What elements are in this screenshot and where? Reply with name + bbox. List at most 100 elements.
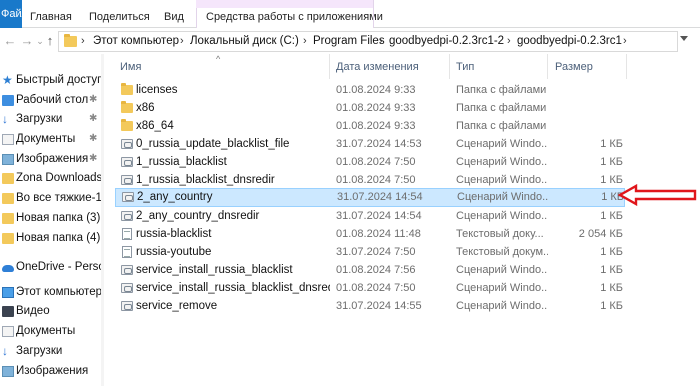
nav-item-onedrive[interactable]: OneDrive - Personal — [0, 258, 104, 278]
breadcrumb-local-disk[interactable]: Локальный диск (C:) — [190, 32, 299, 51]
star-icon: ★ — [2, 73, 13, 87]
nav-item-pictures-pc[interactable]: Изображения — [0, 362, 104, 382]
file-date: 01.08.2024 7:50 — [336, 282, 416, 294]
breadcrumb-goodbyedpi-parent[interactable]: goodbyedpi-0.2.3rc1-2 — [389, 32, 504, 51]
file-row[interactable]: 2_any_country_dnsredir 31.07.2024 14:54 … — [115, 208, 625, 225]
file-type: Сценарий Windo... — [456, 174, 548, 186]
breadcrumb-chevron-icon[interactable]: › — [379, 32, 383, 51]
nav-item-breaking-bad[interactable]: Во все тяжкие-1 — [0, 189, 104, 209]
file-type: Сценарий Windo... — [456, 282, 548, 294]
nav-item-desktop[interactable]: Рабочий стол ✱ — [0, 91, 104, 111]
file-size: 1 КБ — [600, 138, 623, 150]
tab-share[interactable]: Поделиться — [89, 0, 150, 28]
back-arrow-icon[interactable]: ← — [2, 31, 18, 51]
file-name: 1_russia_blacklist_dnsredir — [136, 174, 275, 186]
file-date: 01.08.2024 7:50 — [336, 156, 416, 168]
nav-item-pictures[interactable]: Изображения ✱ — [0, 150, 104, 170]
nav-item-videos[interactable]: Видео — [0, 302, 104, 322]
onedrive-icon — [2, 265, 14, 272]
tab-file[interactable]: Файл — [0, 0, 22, 28]
nav-item-documents-pc[interactable]: Документы — [0, 322, 104, 342]
column-divider[interactable] — [329, 54, 330, 79]
breadcrumb-chevron-icon[interactable]: › — [180, 32, 184, 51]
file-row[interactable]: 0_russia_update_blacklist_file 31.07.202… — [115, 136, 625, 153]
pin-icon: ✱ — [89, 94, 98, 105]
nav-item-label: Новая папка (3) — [16, 212, 101, 224]
file-row[interactable]: x86 01.08.2024 9:33 Папка с файлами — [115, 100, 625, 117]
breadcrumb-chevron-icon[interactable]: › — [507, 32, 511, 51]
script-file-icon — [121, 283, 133, 293]
file-size: 1 КБ — [600, 210, 623, 222]
tab-home[interactable]: Главная — [30, 0, 72, 28]
breadcrumb-this-pc[interactable]: Этот компьютер — [93, 32, 179, 51]
column-header-date[interactable]: Дата изменения — [336, 54, 419, 79]
nav-item-label: Изображения — [16, 153, 89, 165]
ribbon-divider — [373, 0, 374, 28]
script-file-icon — [122, 192, 134, 202]
pictures-icon — [2, 154, 14, 165]
file-row[interactable]: 1_russia_blacklist_dnsredir 01.08.2024 7… — [115, 172, 625, 189]
nav-item-new-folder-4[interactable]: Новая папка (4) — [0, 229, 104, 249]
navigation-pane: ★ Быстрый доступ Рабочий стол ✱ ↓ Загруз… — [0, 54, 104, 386]
tab-view[interactable]: Вид — [164, 0, 184, 28]
file-date: 31.07.2024 14:53 — [336, 138, 422, 150]
nav-item-label: Рабочий стол — [16, 94, 89, 106]
nav-item-label: Новая папка (4) — [16, 232, 101, 244]
breadcrumb-program-files[interactable]: Program Files — [313, 32, 385, 51]
breadcrumb-chevron-icon[interactable]: › — [303, 32, 307, 51]
file-row[interactable]: service_install_russia_blacklist_dnsredi… — [115, 280, 625, 297]
nav-item-new-folder-3[interactable]: Новая папка (3) — [0, 209, 104, 229]
file-row[interactable]: service_install_russia_blacklist 01.08.2… — [115, 262, 625, 279]
column-divider[interactable] — [449, 54, 450, 79]
nav-item-label: Быстрый доступ — [16, 74, 104, 86]
file-type: Сценарий Windo... — [456, 300, 548, 312]
nav-item-downloads[interactable]: ↓ Загрузки ✱ — [0, 110, 104, 130]
file-row-selected[interactable]: 2_any_country 31.07.2024 14:54 Сценарий … — [115, 188, 625, 207]
address-bar[interactable]: › Этот компьютер › Локальный диск (C:) ›… — [58, 31, 678, 52]
pictures-icon — [2, 366, 14, 377]
file-row[interactable]: service_remove 31.07.2024 14:55 Сценарий… — [115, 298, 625, 315]
video-icon — [2, 306, 14, 317]
file-name: x86_64 — [136, 120, 174, 132]
file-row[interactable]: licenses 01.08.2024 9:33 Папка с файлами — [115, 82, 625, 99]
column-header-size[interactable]: Размер — [555, 54, 593, 79]
up-arrow-icon[interactable]: ↑ — [42, 31, 58, 51]
folder-icon — [121, 83, 133, 95]
file-type: Текстовый докум... — [456, 246, 548, 258]
file-date: 01.08.2024 9:33 — [336, 120, 416, 132]
file-name: service_install_russia_blacklist_dnsredi… — [136, 282, 330, 294]
breadcrumb-chevron-icon[interactable]: › — [81, 32, 85, 51]
file-row[interactable]: russia-blacklist 01.08.2024 11:48 Тексто… — [115, 226, 625, 243]
nav-item-label: Изображения — [16, 365, 89, 377]
column-header-name[interactable]: Имя — [120, 54, 141, 79]
file-type: Папка с файлами — [456, 120, 547, 132]
file-row[interactable]: x86_64 01.08.2024 9:33 Папка с файлами — [115, 118, 625, 135]
file-size: 1 КБ — [600, 300, 623, 312]
file-type: Папка с файлами — [456, 84, 547, 96]
nav-item-downloads-pc[interactable]: ↓ Загрузки — [0, 342, 104, 362]
file-name: russia-blacklist — [136, 228, 212, 240]
folder-icon — [2, 193, 14, 204]
nav-item-quick-access[interactable]: ★ Быстрый доступ — [0, 71, 104, 91]
file-row[interactable]: 1_russia_blacklist 01.08.2024 7:50 Сцена… — [115, 154, 625, 171]
pin-icon: ✱ — [89, 133, 98, 144]
file-size: 1 КБ — [600, 282, 623, 294]
folder-icon — [121, 101, 133, 113]
column-header-row: ^ Имя Дата изменения Тип Размер — [104, 54, 700, 79]
address-dropdown-icon[interactable] — [680, 36, 688, 41]
tab-application-tools[interactable]: Средства работы с приложениями — [196, 0, 383, 28]
file-name: 2_any_country — [137, 191, 213, 203]
nav-item-zona-downloads[interactable]: Zona Downloads — [0, 169, 104, 189]
file-type: Сценарий Windo... — [456, 138, 548, 150]
column-divider[interactable] — [626, 54, 627, 79]
file-size: 2 054 КБ — [578, 228, 623, 240]
breadcrumb-goodbyedpi-current[interactable]: goodbyedpi-0.2.3rc1 — [517, 32, 622, 51]
file-size — [553, 118, 623, 135]
script-file-icon — [121, 139, 133, 149]
nav-item-documents[interactable]: Документы ✱ — [0, 130, 104, 150]
breadcrumb-chevron-icon[interactable]: › — [623, 32, 627, 51]
file-row[interactable]: russia-youtube 31.07.2024 7:50 Текстовый… — [115, 244, 625, 261]
column-header-type[interactable]: Тип — [456, 54, 474, 79]
column-divider[interactable] — [547, 54, 548, 79]
nav-item-this-pc[interactable]: Этот компьютер — [0, 283, 104, 303]
